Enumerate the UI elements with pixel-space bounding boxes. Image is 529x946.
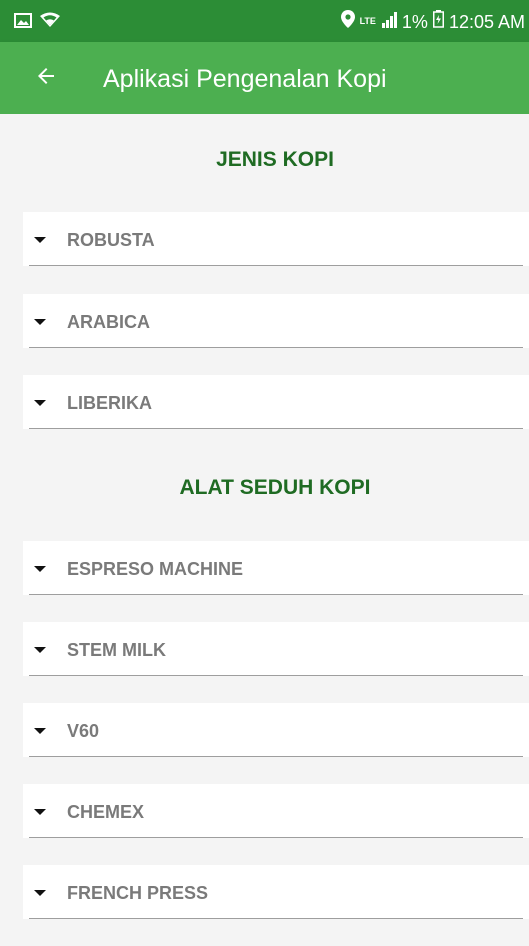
image-icon xyxy=(14,12,32,33)
spinner-label: ROBUSTA xyxy=(67,230,155,250)
battery-icon xyxy=(432,10,444,33)
dropdown-arrow-icon xyxy=(34,319,46,325)
app-bar: Aplikasi Pengenalan Kopi xyxy=(0,42,529,114)
dropdown-arrow-icon xyxy=(34,728,46,734)
spinner-french-press[interactable]: FRENCH PRESS xyxy=(23,865,529,919)
battery-percent: 1% xyxy=(401,11,428,32)
location-icon xyxy=(340,10,355,33)
lte-indicator: LTE xyxy=(359,16,376,26)
spinner-stem-milk[interactable]: STEM MILK xyxy=(23,622,529,676)
wifi-icon xyxy=(40,12,60,33)
divider xyxy=(29,675,523,676)
spinner-label: CHEMEX xyxy=(67,802,145,822)
dropdown-arrow-icon xyxy=(34,566,46,572)
spinner-label: LIBERIKA xyxy=(67,393,152,413)
status-left-icons xyxy=(14,12,60,33)
spinner-label: ARABICA xyxy=(67,312,150,332)
status-right-icons: LTE 1% 12:05 AM xyxy=(340,10,525,33)
dropdown-arrow-icon xyxy=(34,890,46,896)
section-title-jenis-kopi: JENIS KOPI xyxy=(216,148,334,171)
back-button[interactable] xyxy=(26,60,66,96)
app-title: Aplikasi Pengenalan Kopi xyxy=(103,65,387,93)
spinner-arabica[interactable]: ARABICA xyxy=(23,294,529,348)
spinner-v60[interactable]: V60 xyxy=(23,703,529,757)
spinner-label: FRENCH PRESS xyxy=(67,883,209,903)
signal-icon xyxy=(381,11,397,33)
spinner-label: V60 xyxy=(67,721,100,741)
spinner-chemex[interactable]: CHEMEX xyxy=(23,784,529,838)
divider xyxy=(29,918,523,919)
divider xyxy=(29,265,523,266)
divider xyxy=(29,594,523,595)
main-content: JENIS KOPI ROBUSTA ARABICA LIBERIKA ALAT… xyxy=(0,114,529,946)
dropdown-arrow-icon xyxy=(34,809,46,815)
spinner-label: ESPRESO MACHINE xyxy=(67,559,244,579)
dropdown-arrow-icon xyxy=(34,647,46,653)
divider xyxy=(29,837,523,838)
section-title-alat-seduh-kopi: ALAT SEDUH KOPI xyxy=(179,476,371,499)
status-bar: LTE 1% 12:05 AM xyxy=(0,0,529,42)
dropdown-arrow-icon xyxy=(34,237,46,243)
dropdown-arrow-icon xyxy=(34,400,46,406)
divider xyxy=(29,756,523,757)
spinner-label: STEM MILK xyxy=(67,640,166,660)
spinner-liberika[interactable]: LIBERIKA xyxy=(23,375,529,429)
divider xyxy=(29,428,523,429)
divider xyxy=(29,347,523,348)
spinner-espreso-machine[interactable]: ESPRESO MACHINE xyxy=(23,541,529,595)
spinner-robusta[interactable]: ROBUSTA xyxy=(23,212,529,266)
arrow-left-icon xyxy=(34,64,58,93)
status-time: 12:05 AM xyxy=(448,11,525,32)
